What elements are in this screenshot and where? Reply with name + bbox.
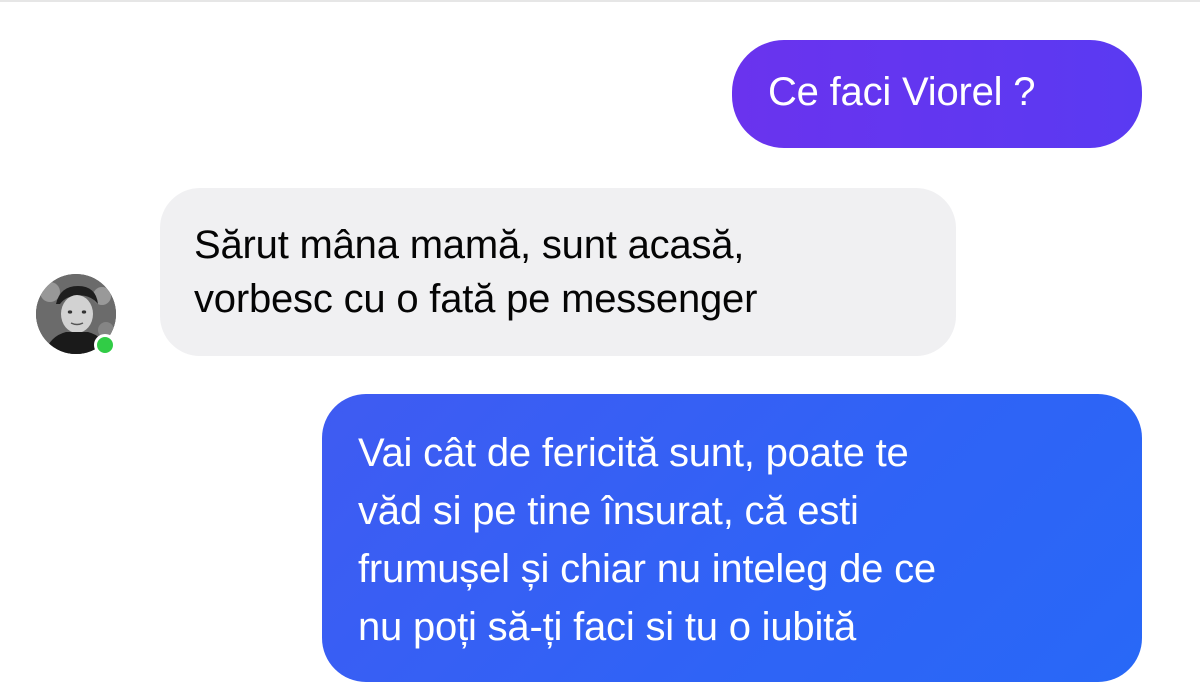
online-status-indicator	[94, 334, 116, 356]
message-bubble-outgoing[interactable]: Ce faci Viorel ?	[732, 40, 1142, 148]
chat-screen: Ce faci Viorel ? Sărut mâna mamă, sunt a…	[0, 0, 1200, 686]
message-bubble-incoming[interactable]: Sărut mâna mamă, sunt acasă, vorbesc cu …	[160, 188, 956, 356]
message-bubble-outgoing[interactable]: Vai cât de fericită sunt, poate te văd s…	[322, 394, 1142, 682]
